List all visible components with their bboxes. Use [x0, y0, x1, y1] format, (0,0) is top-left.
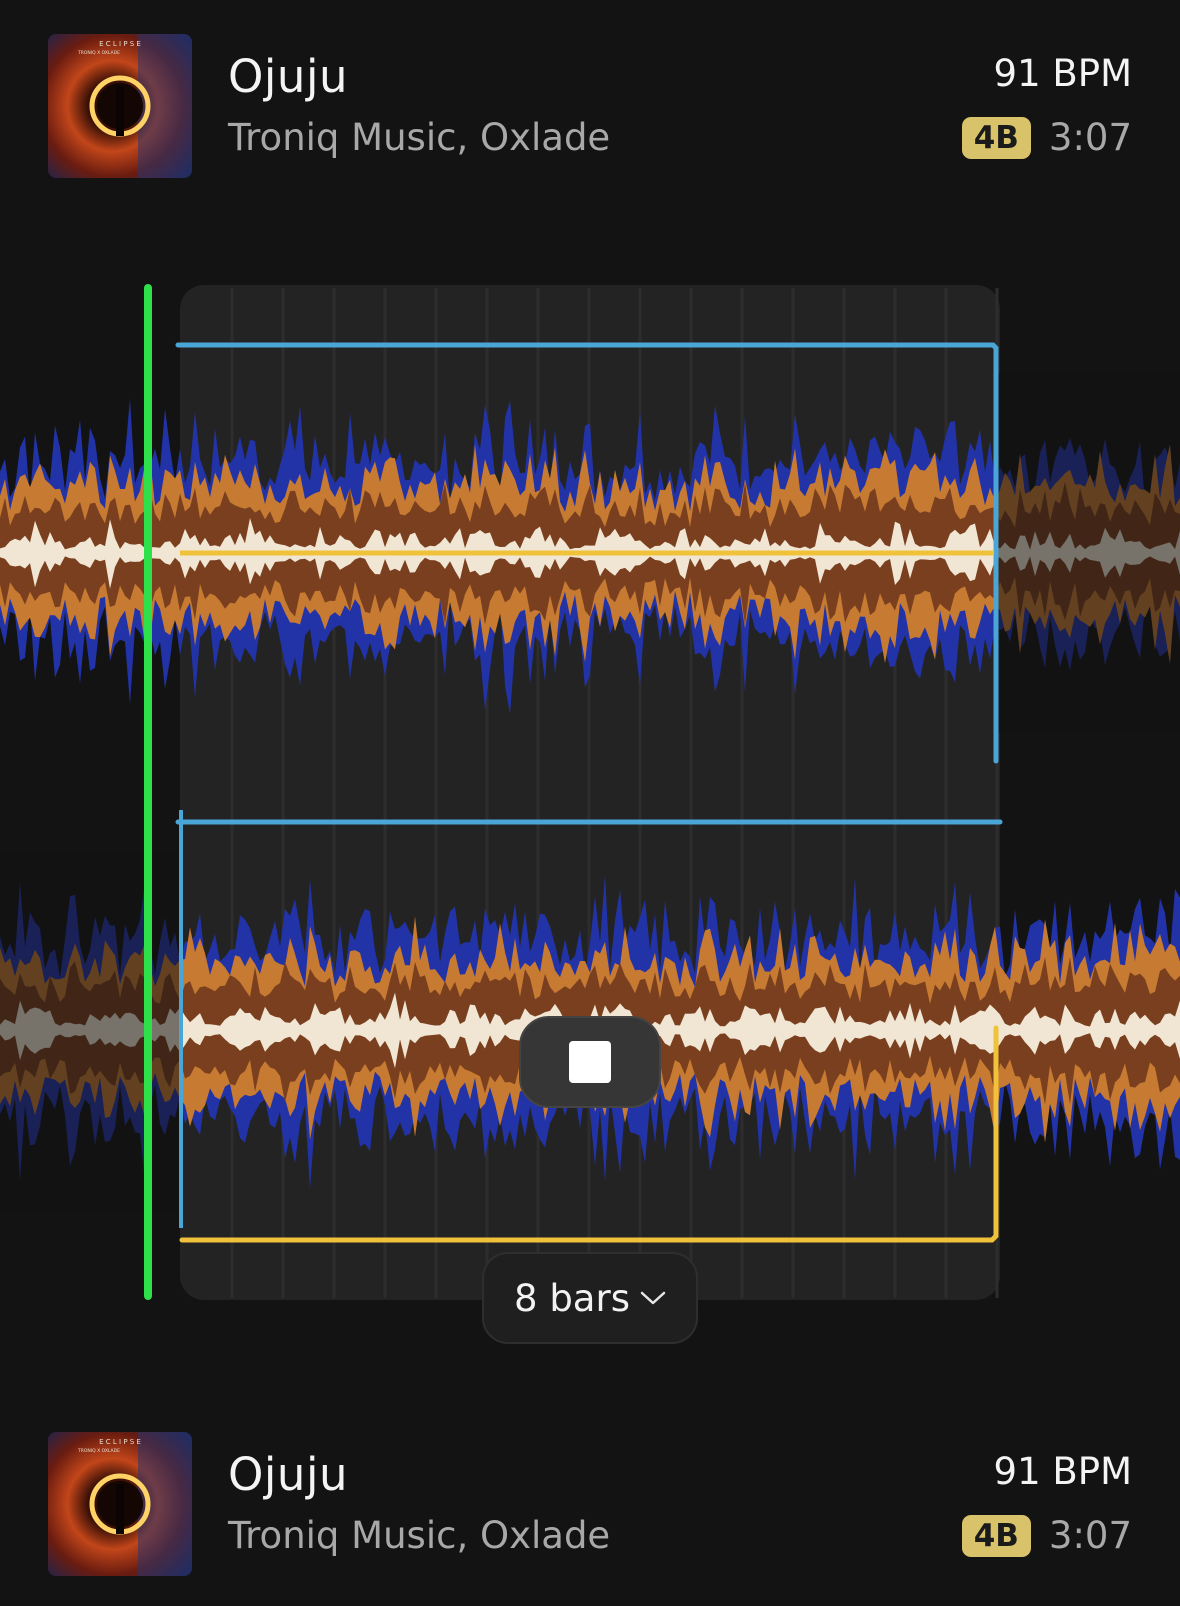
- key-badge: 4B: [961, 1514, 1031, 1557]
- inactive-region-shade: [0, 850, 182, 1210]
- loop-length-label: 8 bars: [514, 1276, 630, 1320]
- track-artist: Troniq Music, Oxlade: [228, 1514, 611, 1557]
- track-bpm: 91 BPM: [993, 52, 1132, 95]
- svg-text:E C L I P S E: E C L I P S E: [99, 40, 141, 48]
- stop-button[interactable]: [519, 1016, 661, 1108]
- waveform-canvas[interactable]: [0, 270, 1180, 1350]
- chevron-down-icon: [640, 1291, 666, 1305]
- album-cover: E C L I P S E TRONIQ X OXLADE: [48, 1432, 192, 1576]
- track-title: Ojuju: [228, 1448, 348, 1501]
- track-row-bottom[interactable]: E C L I P S E TRONIQ X OXLADE Ojuju Tron…: [0, 1432, 1180, 1582]
- track-title: Ojuju: [228, 50, 348, 103]
- loop-editor[interactable]: [0, 270, 1180, 1350]
- svg-text:E C L I P S E: E C L I P S E: [99, 1438, 141, 1446]
- inactive-region-shade: [996, 373, 1180, 733]
- stop-icon: [569, 1041, 611, 1083]
- track-duration: 3:07: [1048, 1514, 1132, 1557]
- track-duration: 3:07: [1048, 116, 1132, 159]
- svg-text:TRONIQ X OXLADE: TRONIQ X OXLADE: [77, 50, 120, 56]
- track-meta: 4B 3:07: [961, 116, 1132, 159]
- svg-text:TRONIQ X OXLADE: TRONIQ X OXLADE: [77, 1448, 120, 1454]
- album-cover: E C L I P S E TRONIQ X OXLADE: [48, 34, 192, 178]
- track-meta: 4B 3:07: [961, 1514, 1132, 1557]
- track-artist: Troniq Music, Oxlade: [228, 116, 611, 159]
- track-bpm: 91 BPM: [993, 1450, 1132, 1493]
- track-row-top[interactable]: E C L I P S E TRONIQ X OXLADE Ojuju Tron…: [0, 34, 1180, 184]
- loop-length-selector[interactable]: 8 bars: [482, 1252, 698, 1344]
- key-badge: 4B: [961, 116, 1031, 159]
